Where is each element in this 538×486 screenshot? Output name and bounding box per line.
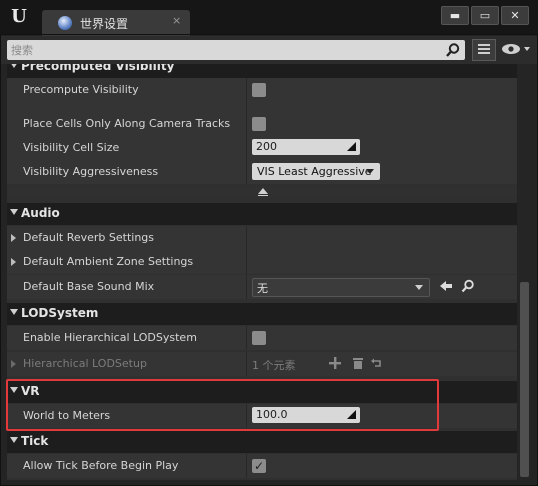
row-default-base-sound-mix: Default Base Sound Mix 无 (7, 275, 517, 299)
collapse-arrow-icon (10, 64, 18, 68)
expand-arrow-icon[interactable] (11, 258, 16, 266)
section-tick[interactable]: Tick (7, 431, 517, 453)
title-bar: U 世界设置 × ▬ ▭ ✕ (0, 0, 538, 36)
search-icon[interactable] (445, 42, 461, 58)
row-default-reverb[interactable]: Default Reverb Settings (7, 226, 517, 250)
expand-arrow-icon[interactable] (11, 360, 16, 368)
maximize-button[interactable]: ▭ (471, 6, 499, 25)
search-bar (0, 36, 538, 64)
base-sound-mix-asset-picker[interactable]: 无 (252, 278, 430, 297)
row-visibility-cell-size: Visibility Cell Size 200 (7, 136, 517, 160)
tab-close-icon[interactable]: × (172, 14, 181, 27)
trash-icon[interactable] (350, 355, 366, 371)
vr-highlight-box (6, 379, 439, 431)
chevron-down-icon (415, 285, 423, 290)
section-title: Audio (21, 206, 60, 220)
column-divider (246, 160, 247, 184)
enable-hlod-checkbox[interactable] (252, 331, 266, 345)
row-allow-tick: Allow Tick Before Begin Play ✓ (7, 454, 517, 478)
numeric-value: 200 (256, 140, 277, 153)
spacer (7, 102, 517, 112)
property-label: Precompute Visibility (23, 83, 139, 96)
row-hlod-setup: Hierarchical LODSetup 1 个元素 (7, 352, 517, 376)
grid-icon (478, 44, 490, 54)
browse-search-icon[interactable] (460, 278, 476, 294)
row-place-cells: Place Cells Only Along Camera Tracks (7, 112, 517, 136)
section-audio[interactable]: Audio (7, 203, 517, 225)
row-default-ambient-zone[interactable]: Default Ambient Zone Settings (7, 250, 517, 274)
search-input[interactable] (11, 42, 441, 58)
column-divider (246, 454, 247, 478)
reset-icon[interactable] (369, 355, 385, 371)
eye-icon[interactable] (500, 41, 532, 57)
collapse-bar (258, 195, 268, 196)
search-box (7, 40, 465, 60)
add-element-icon[interactable] (327, 355, 343, 371)
property-label: Place Cells Only Along Camera Tracks (23, 117, 231, 130)
expand-arrow-icon[interactable] (11, 234, 16, 242)
property-label: Enable Hierarchical LODSystem (23, 331, 197, 344)
visibility-cell-size-input[interactable]: 200 (252, 139, 360, 155)
section-lodsystem[interactable]: LODSystem (7, 303, 517, 325)
ue-logo-icon: U (11, 6, 27, 27)
place-cells-checkbox[interactable] (252, 117, 266, 131)
section-title: Precomputed Visibility (21, 64, 175, 73)
column-divider (246, 250, 247, 274)
section-precomputed-visibility[interactable]: Precomputed Visibility (7, 64, 517, 78)
drag-handle-icon[interactable] (347, 142, 356, 151)
property-label: Default Ambient Zone Settings (23, 255, 194, 268)
section-title: Tick (21, 434, 49, 448)
property-label: Default Reverb Settings (23, 231, 155, 244)
tab-title: 世界设置 (80, 17, 129, 31)
advanced-collapse-toggle[interactable] (7, 186, 517, 198)
column-divider (246, 352, 247, 376)
column-divider (246, 226, 247, 250)
precompute-visibility-checkbox[interactable] (252, 83, 266, 97)
collapse-arrow-icon (10, 209, 18, 215)
view-options-grid-button[interactable] (472, 39, 496, 61)
column-divider[interactable] (246, 78, 247, 102)
scrollbar-thumb[interactable] (520, 282, 529, 477)
property-label: Default Base Sound Mix (23, 280, 155, 293)
allow-tick-checkbox[interactable]: ✓ (252, 459, 266, 473)
collapse-arrow-icon (10, 309, 18, 315)
chevron-down-icon (366, 169, 374, 174)
column-divider (246, 136, 247, 160)
globe-icon (58, 16, 72, 30)
row-enable-hlod: Enable Hierarchical LODSystem (7, 326, 517, 350)
property-label: Visibility Cell Size (23, 141, 120, 154)
array-element-count: 1 个元素 (252, 359, 296, 372)
tab-world-settings[interactable]: 世界设置 × (42, 10, 190, 36)
column-divider (246, 102, 247, 112)
property-label: Visibility Aggressiveness (23, 165, 159, 178)
use-selected-arrow-icon[interactable] (438, 278, 454, 294)
property-label: Allow Tick Before Begin Play (23, 459, 179, 472)
column-divider (246, 326, 247, 350)
minimize-button[interactable]: ▬ (441, 6, 469, 25)
collapse-arrow-icon (10, 437, 18, 443)
visibility-aggressiveness-dropdown[interactable]: VIS Least Aggressive (252, 163, 380, 180)
collapse-up-icon (258, 188, 268, 194)
property-label: Hierarchical LODSetup (23, 357, 147, 370)
asset-value: 无 (257, 282, 268, 295)
close-button[interactable]: ✕ (501, 6, 529, 25)
section-title: LODSystem (21, 306, 99, 320)
row-visibility-aggressiveness: Visibility Aggressiveness VIS Least Aggr… (7, 160, 517, 184)
dropdown-value: VIS Least Aggressive (257, 165, 372, 178)
column-divider (246, 112, 247, 136)
row-precompute-visibility: Precompute Visibility (7, 78, 517, 102)
column-divider (246, 275, 247, 299)
